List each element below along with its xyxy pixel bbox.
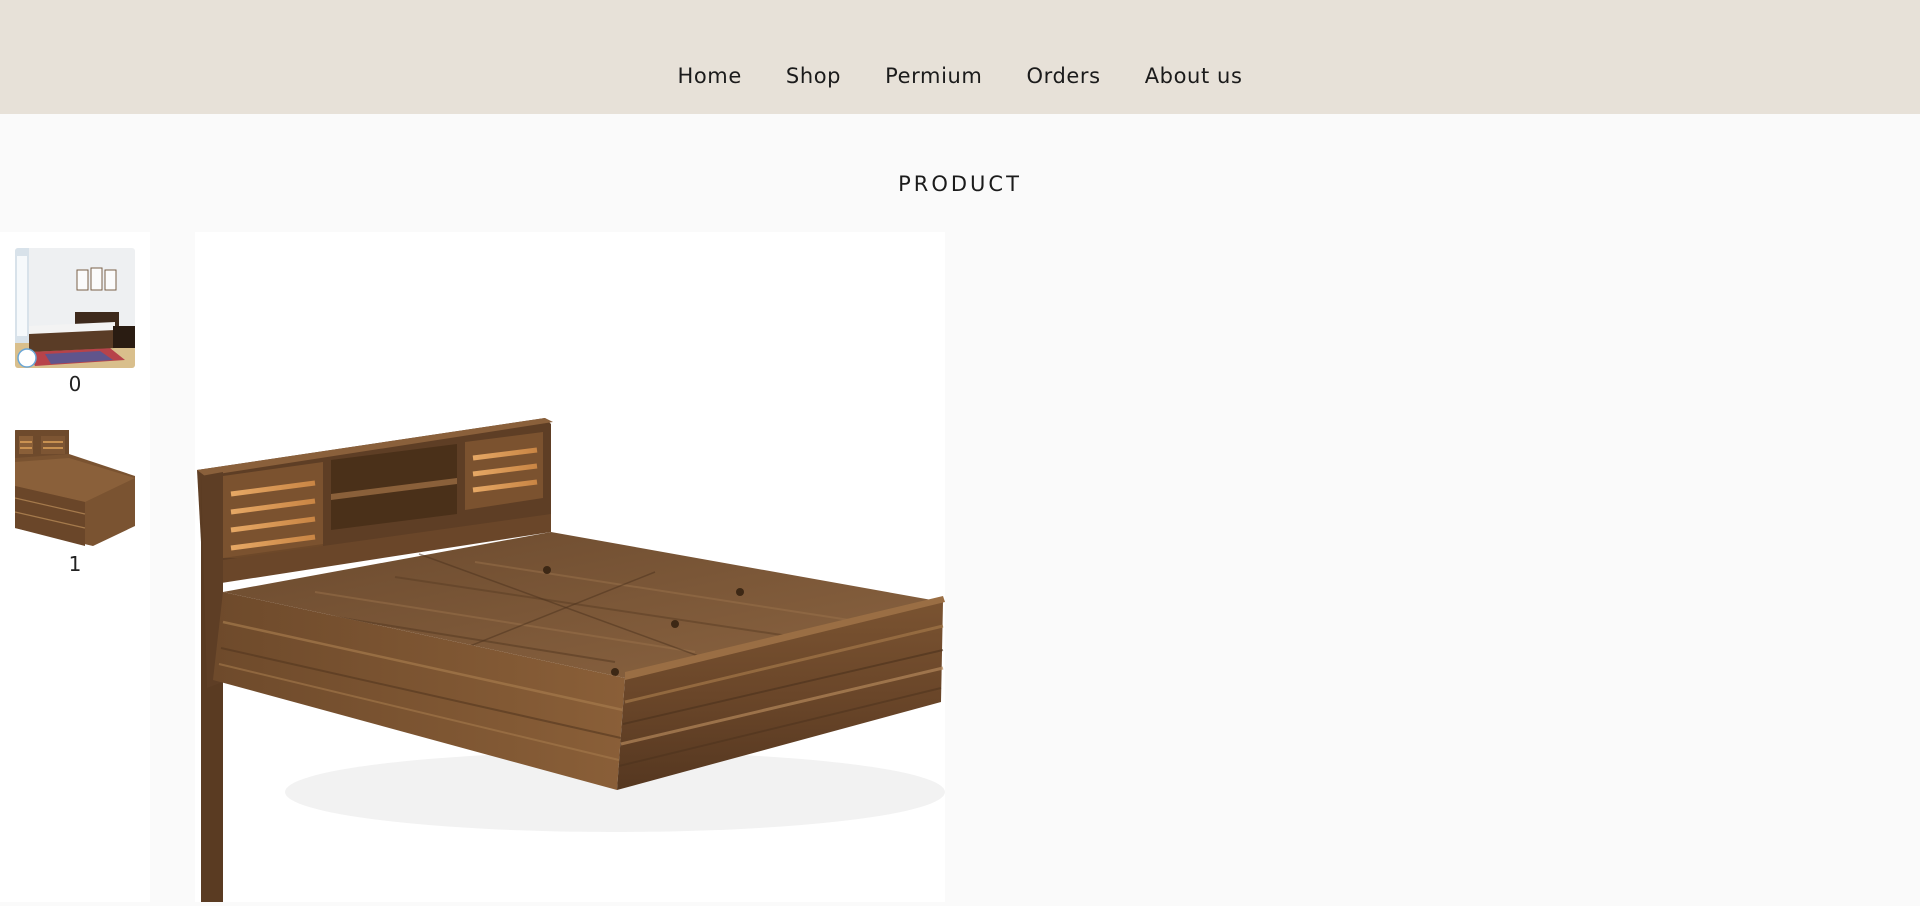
thumbnail-label: 1	[68, 552, 82, 576]
nav-about-link[interactable]: About us	[1123, 60, 1265, 92]
main-nav: Home Shop Permium Orders About us	[0, 60, 1920, 92]
wooden-storage-bed-image	[197, 418, 945, 906]
nav-premium-link[interactable]: Permium	[863, 60, 1004, 92]
thumbnail-0[interactable]: 0	[15, 248, 135, 396]
nav-orders-link[interactable]: Orders	[1004, 60, 1122, 92]
nav-home-link[interactable]: Home	[655, 60, 763, 92]
top-header: Home Shop Permium Orders About us	[0, 0, 1920, 114]
page-title: PRODUCT	[898, 172, 1022, 196]
main-product-image	[195, 232, 945, 906]
thumbnail-label: 0	[68, 372, 82, 396]
nav-shop-link[interactable]: Shop	[764, 60, 863, 92]
bedroom-scene-image	[15, 248, 135, 368]
thumbnail-1[interactable]: 1	[15, 428, 135, 576]
bed-closeup-image	[15, 428, 135, 548]
thumbnail-rail: 0 1	[0, 232, 150, 902]
